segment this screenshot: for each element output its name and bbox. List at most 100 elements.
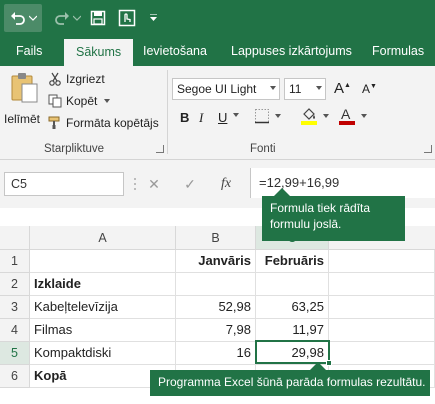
column-header-a[interactable]: A <box>30 226 176 250</box>
cell-c3[interactable]: 63,25 <box>256 296 329 319</box>
paintbrush-icon <box>48 116 60 129</box>
row-header-5[interactable]: 5 <box>0 342 30 365</box>
callout-arrow <box>310 362 326 370</box>
cancel-button[interactable]: ✕ <box>144 172 164 196</box>
chevron-down-icon <box>270 86 276 90</box>
decrease-font-button[interactable]: A▼ <box>362 82 377 96</box>
touch-mode-button[interactable] <box>116 4 138 32</box>
row-header-1[interactable]: 1 <box>0 250 30 273</box>
format-painter-button[interactable]: Formāta kopētājs <box>48 116 159 130</box>
cell-b5[interactable]: 16 <box>176 342 256 365</box>
font-name-select[interactable]: Segoe UI Light <box>172 78 280 100</box>
bold-button[interactable]: B <box>180 110 189 125</box>
result-callout-text: Programma Excel šūnā parāda formulas rez… <box>158 375 426 389</box>
grip-icon <box>134 178 136 190</box>
underline-button[interactable]: U <box>218 110 227 125</box>
borders-icon <box>255 109 269 124</box>
cell-b2[interactable] <box>176 273 256 296</box>
font-group-label: Fonti <box>250 143 276 155</box>
paste-label: Ielīmēt <box>4 112 41 126</box>
scissors-icon <box>49 72 61 86</box>
column-header-b[interactable]: B <box>176 226 256 250</box>
title-bar <box>0 0 435 36</box>
insert-function-button[interactable]: fx <box>214 172 238 196</box>
increase-font-button[interactable]: A▲ <box>334 80 351 97</box>
cell-b3[interactable]: 52,98 <box>176 296 256 319</box>
underline-dropdown[interactable] <box>232 112 244 118</box>
copy-icon <box>48 94 62 108</box>
enter-button[interactable]: ✓ <box>180 172 200 196</box>
tab-insert[interactable]: Ievietošana <box>143 36 207 66</box>
cell-d3[interactable] <box>329 296 435 319</box>
cell-a4[interactable]: Filmas <box>30 319 176 342</box>
clipboard-group-label: Starpliktuve <box>44 143 105 155</box>
copy-button[interactable]: Kopēt <box>48 94 115 108</box>
cell-c1[interactable]: Februāris <box>256 250 329 273</box>
selected-cell-outline <box>255 340 330 364</box>
formula-bar-grip <box>132 172 138 196</box>
cell-c2[interactable] <box>256 273 329 296</box>
name-box[interactable]: C5 <box>4 172 124 196</box>
select-all-corner[interactable] <box>0 226 30 250</box>
tab-file[interactable]: Fails <box>16 36 42 66</box>
cell-d5[interactable] <box>329 342 435 365</box>
undo-button[interactable] <box>4 4 42 32</box>
cell-d1[interactable] <box>329 250 435 273</box>
borders-button[interactable] <box>254 108 286 124</box>
cut-button[interactable]: Izgriezt <box>48 72 105 86</box>
ribbon-tabs: Fails Sākums Ievietošana Lappuses izkārt… <box>0 36 435 66</box>
fill-color-button[interactable] <box>300 106 334 126</box>
cell-d2[interactable] <box>329 273 435 296</box>
chevron-down-icon <box>233 113 239 117</box>
cut-label: Izgriezt <box>66 72 105 86</box>
font-size-select[interactable]: 11 <box>284 78 326 100</box>
font-color-button[interactable]: A <box>338 106 372 126</box>
chevron-down-icon <box>149 13 157 21</box>
cell-b1[interactable]: Janvāris <box>176 250 256 273</box>
font-launcher-icon[interactable] <box>424 145 432 153</box>
formula-bar-callout: Formula tiek rādīta formulu joslā. <box>262 188 405 241</box>
formula-bar-callout-text: Formula tiek rādīta formulu joslā. <box>270 201 371 231</box>
font-size-value: 11 <box>289 82 302 96</box>
result-callout: Programma Excel šūnā parāda formulas rez… <box>150 362 430 396</box>
tab-formulas[interactable]: Formulas <box>372 36 424 66</box>
touch-mode-icon <box>118 9 136 27</box>
tab-page-layout[interactable]: Lappuses izkārtojums <box>231 36 352 66</box>
svg-text:A: A <box>341 106 351 122</box>
chevron-down-icon <box>28 15 37 21</box>
save-button[interactable] <box>88 4 108 32</box>
save-icon <box>90 10 106 26</box>
ribbon-divider <box>167 70 168 154</box>
paste-icon <box>11 73 38 103</box>
decrease-font-icon: A▼ <box>362 82 377 96</box>
redo-button[interactable] <box>52 4 82 32</box>
fill-handle[interactable] <box>326 360 332 366</box>
cell-a2[interactable]: Izklaide <box>30 273 176 296</box>
cell-a5[interactable]: Kompaktdiski <box>30 342 176 365</box>
cell-b4[interactable]: 7,98 <box>176 319 256 342</box>
chevron-down-icon <box>361 114 367 118</box>
cell-a1[interactable] <box>30 250 176 273</box>
chevron-down-icon <box>72 15 81 21</box>
undo-icon <box>10 12 25 25</box>
font-name-value: Segoe UI Light <box>177 82 257 96</box>
chevron-down-icon <box>316 86 322 90</box>
copy-label: Kopēt <box>66 94 98 108</box>
cell-a3[interactable]: Kabeļtelevīzija <box>30 296 176 319</box>
row-header-2[interactable]: 2 <box>0 273 30 296</box>
fill-bucket-icon <box>301 108 317 125</box>
paste-button[interactable]: Ielīmēt <box>4 72 44 132</box>
chevron-down-icon <box>275 114 281 118</box>
row-header-3[interactable]: 3 <box>0 296 30 319</box>
customize-qat-button[interactable] <box>145 4 161 32</box>
italic-button[interactable]: I <box>199 110 203 126</box>
tab-home[interactable]: Sākums <box>64 39 134 66</box>
row-header-6[interactable]: 6 <box>0 365 30 388</box>
clipboard-launcher-icon[interactable] <box>156 145 164 153</box>
callout-arrow <box>274 188 290 196</box>
format-painter-label: Formāta kopētājs <box>66 116 159 130</box>
cell-c4[interactable]: 11,97 <box>256 319 329 342</box>
cell-d4[interactable] <box>329 319 435 342</box>
row-header-4[interactable]: 4 <box>0 319 30 342</box>
ribbon: Ielīmēt Izgriezt Kopēt Formāta kopētājs … <box>0 66 435 160</box>
